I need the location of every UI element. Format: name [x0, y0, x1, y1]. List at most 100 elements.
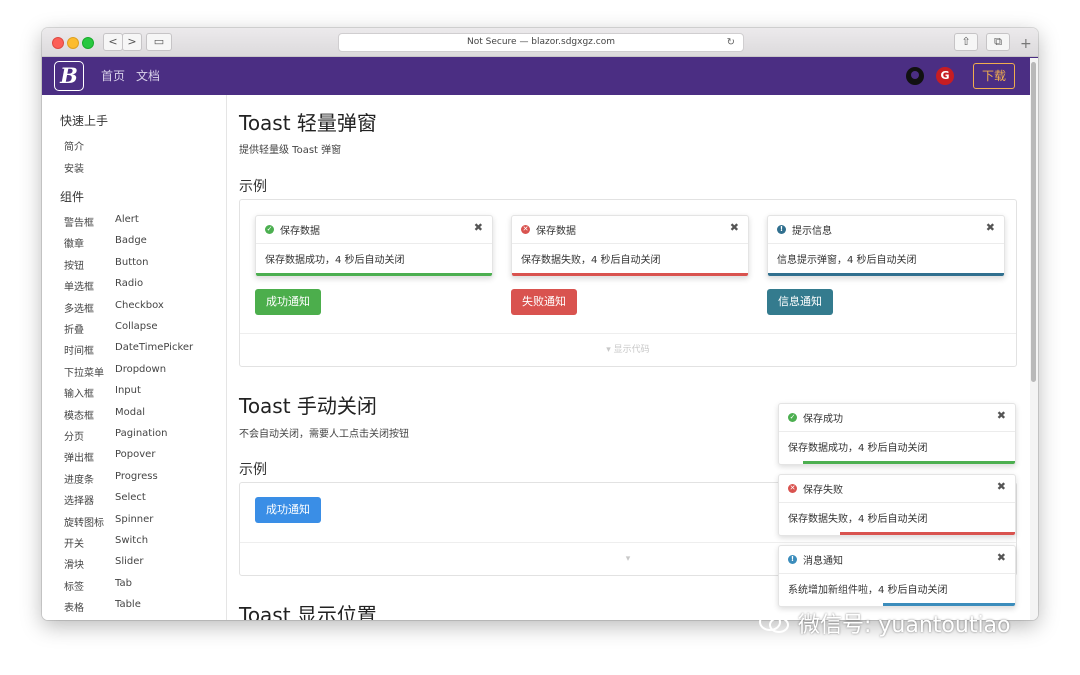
error-floating-toast-header: ✕ 保存失败 ✖ [779, 475, 1015, 503]
reload-icon[interactable]: ↻ [727, 34, 735, 51]
sidebar-item-alert[interactable]: Alert [115, 214, 139, 225]
info-floating-toast-title: 消息通知 [803, 556, 843, 567]
info-notify-button[interactable]: 信息通知 [767, 289, 833, 315]
close-icon[interactable]: ✖ [986, 221, 995, 234]
minimize-window-button[interactable] [67, 37, 79, 49]
success-demo-toast-status-icon: ✓ [265, 225, 274, 234]
info-demo-toast-progress-bar [768, 273, 1004, 276]
success-notify-button[interactable]: 成功通知 [255, 289, 321, 315]
sidebar-item-install[interactable]: 安装 [64, 160, 84, 175]
browser-window: < > ▭ Not Secure — blazor.sdgxgz.com ↻ ⇧… [42, 28, 1038, 620]
sidebar-item-select[interactable]: Select [115, 492, 146, 503]
success-floating-toast: ✓ 保存成功 ✖ 保存数据成功，4 秒后自动关闭 [778, 403, 1016, 465]
zoom-window-button[interactable] [82, 37, 94, 49]
example-box: ✓ 保存数据 ✖ 保存数据成功，4 秒后自动关闭 ✕ 保存数据 ✖ 保存数据失败，4 秒后自动… [239, 199, 1017, 367]
sidebar-item-datetimepicker-cn[interactable]: 时间框 [64, 342, 94, 357]
info-floating-toast-header: ! 消息通知 ✖ [779, 546, 1015, 574]
close-icon[interactable]: ✖ [730, 221, 739, 234]
sidebar-item-slider[interactable]: Slider [115, 556, 144, 567]
download-button[interactable]: 下载 [973, 63, 1015, 89]
sidebar-item-dropdown[interactable]: Dropdown [115, 364, 166, 375]
app-navbar: B 首页 文档 G 下载 [42, 57, 1038, 95]
address-bar[interactable]: Not Secure — blazor.sdgxgz.com ↻ [338, 33, 744, 52]
sidebar-item-progress-cn[interactable]: 进度条 [64, 471, 94, 486]
sidebar-item-intro[interactable]: 简介 [64, 138, 84, 153]
success-floating-toast-progress-bar [802, 461, 1015, 464]
sidebar-item-alert-cn[interactable]: 警告框 [64, 214, 94, 229]
nav-docs-link[interactable]: 文档 [136, 57, 160, 95]
success-demo-toast-title: 保存数据 [280, 226, 320, 237]
nav-home-link[interactable]: 首页 [101, 57, 125, 95]
error-floating-toast-progress-bar [840, 532, 1015, 535]
sidebar-item-slider-cn[interactable]: 滑块 [64, 556, 84, 571]
site-logo[interactable]: B [54, 61, 84, 91]
sidebar-item-input-cn[interactable]: 输入框 [64, 385, 94, 400]
sidebar-item-pagination-cn[interactable]: 分页 [64, 428, 84, 443]
page-scrollbar[interactable] [1030, 58, 1038, 620]
sidebar-item-tab-cn[interactable]: 标签 [64, 578, 84, 593]
sidebar-section-quickstart: 快速上手 [60, 114, 109, 128]
docs-sidebar: 快速上手 简介 安装 组件 警告框 Alert 徽章 Badge 按钮 Button 单选框… [42, 95, 227, 620]
success-floating-toast-status-icon: ✓ [788, 413, 797, 422]
gitee-icon[interactable]: G [936, 67, 954, 85]
error-demo-toast-progress-bar [512, 273, 748, 276]
sidebar-item-checkbox[interactable]: Checkbox [115, 300, 164, 311]
sidebar-item-modal-cn[interactable]: 模态框 [64, 407, 94, 422]
github-icon[interactable] [906, 67, 924, 85]
sidebar-item-switch[interactable]: Switch [115, 535, 148, 546]
success-floating-toast-title: 保存成功 [803, 414, 843, 425]
close-window-button[interactable] [52, 37, 64, 49]
error-floating-toast-title: 保存失败 [803, 485, 843, 496]
example-heading: 示例 [239, 179, 267, 195]
info-demo-toast-body: 信息提示弹窗，4 秒后自动关闭 [777, 255, 917, 266]
close-icon[interactable]: ✖ [474, 221, 483, 234]
sidebar-item-spinner-cn[interactable]: 旋转图标 [64, 514, 104, 529]
sidebar-item-table-cn[interactable]: 表格 [64, 599, 84, 614]
section-title-manual-close: Toast 手动关闭 [239, 394, 377, 418]
scrollbar-thumb[interactable] [1031, 62, 1036, 382]
sidebar-item-collapse-cn[interactable]: 折叠 [64, 321, 84, 336]
close-icon[interactable]: ✖ [997, 409, 1006, 422]
forward-button[interactable]: > [122, 33, 142, 51]
error-notify-button[interactable]: 失败通知 [511, 289, 577, 315]
sidebar-item-dropdown-cn[interactable]: 下拉菜单 [64, 364, 104, 379]
sidebar-item-badge[interactable]: Badge [115, 235, 147, 246]
sidebar-item-progress[interactable]: Progress [115, 471, 158, 482]
error-floating-toast-status-icon: ✕ [788, 484, 797, 493]
sidebar-item-badge-cn[interactable]: 徽章 [64, 235, 84, 250]
info-demo-toast-title: 提示信息 [792, 226, 832, 237]
info-demo-toast-header: ! 提示信息 ✖ [768, 216, 1004, 244]
close-icon[interactable]: ✖ [997, 480, 1006, 493]
success-notify-button-manual[interactable]: 成功通知 [255, 497, 321, 523]
sidebar-item-input[interactable]: Input [115, 385, 141, 396]
sidebar-item-radio-cn[interactable]: 单选框 [64, 278, 94, 293]
sidebar-item-spinner[interactable]: Spinner [115, 514, 153, 525]
sidebar-item-popover-cn[interactable]: 弹出框 [64, 449, 94, 464]
sidebar-item-modal[interactable]: Modal [115, 407, 145, 418]
sidebar-item-datetimepicker[interactable]: DateTimePicker [115, 342, 193, 353]
watermark-text: 微信号: yuantoutiao [798, 613, 1011, 638]
sidebar-toggle-icon[interactable]: ▭ [146, 33, 172, 51]
tabs-icon[interactable]: ⧉ [986, 33, 1010, 51]
sidebar-item-popover[interactable]: Popover [115, 449, 155, 460]
new-tab-icon[interactable]: + [1020, 36, 1032, 52]
sidebar-item-button-cn[interactable]: 按钮 [64, 257, 84, 272]
show-code-toggle[interactable]: ▾ 显示代码 [240, 333, 1016, 366]
sidebar-item-table[interactable]: Table [115, 599, 141, 610]
sidebar-item-collapse[interactable]: Collapse [115, 321, 158, 332]
sidebar-item-checkbox-cn[interactable]: 多选框 [64, 300, 94, 315]
info-demo-toast: ! 提示信息 ✖ 信息提示弹窗，4 秒后自动关闭 [767, 215, 1005, 277]
share-icon[interactable]: ⇧ [954, 33, 978, 51]
info-floating-toast-status-icon: ! [788, 555, 797, 564]
info-floating-toast-body: 系统增加新组件啦，4 秒后自动关闭 [788, 585, 948, 596]
back-button[interactable]: < [103, 33, 123, 51]
sidebar-item-tab[interactable]: Tab [115, 578, 132, 589]
error-floating-toast: ✕ 保存失败 ✖ 保存数据失败，4 秒后自动关闭 [778, 474, 1016, 536]
close-icon[interactable]: ✖ [997, 551, 1006, 564]
sidebar-item-radio[interactable]: Radio [115, 278, 143, 289]
sidebar-item-pagination[interactable]: Pagination [115, 428, 167, 439]
sidebar-item-button[interactable]: Button [115, 257, 149, 268]
sidebar-item-switch-cn[interactable]: 开关 [64, 535, 84, 550]
error-floating-toast-body: 保存数据失败，4 秒后自动关闭 [788, 514, 928, 525]
sidebar-item-select-cn[interactable]: 选择器 [64, 492, 94, 507]
